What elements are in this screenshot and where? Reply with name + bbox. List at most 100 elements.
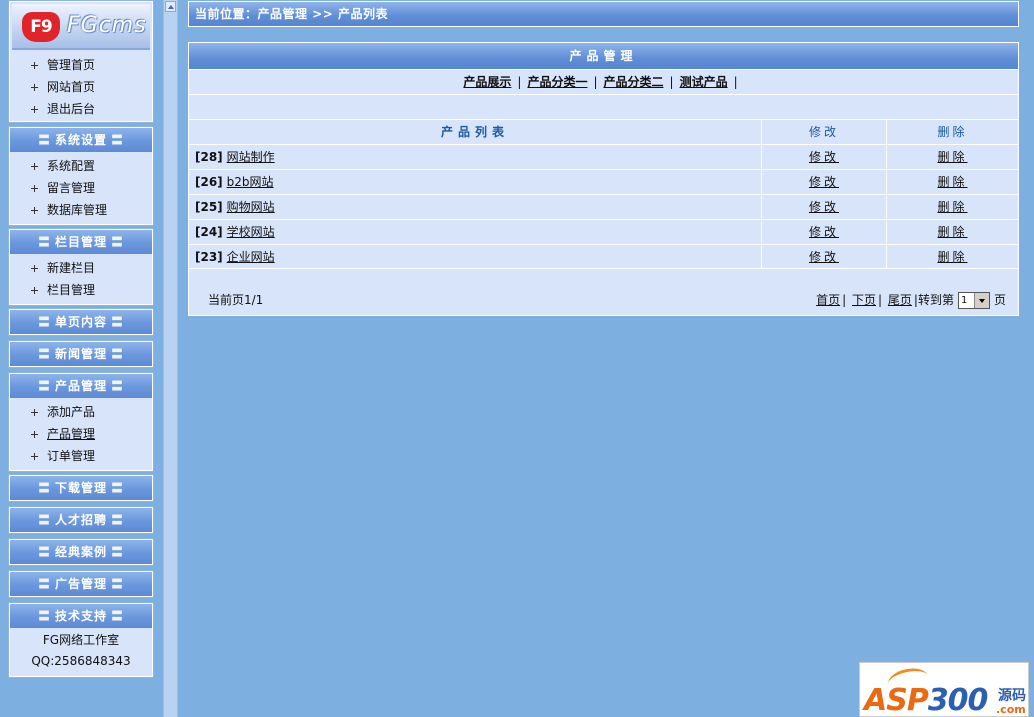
table-row: [25] 购物网站 修改 删除 (189, 194, 1018, 219)
menu-item-label: 管理首页 (47, 58, 96, 72)
bullet-icon (31, 62, 38, 69)
watermark-yuanma: 源码 (998, 688, 1026, 704)
section-header[interactable]: 〓栏目管理〓 (10, 230, 152, 254)
menu-item-label: 退出后台 (47, 102, 96, 116)
section-header[interactable]: 〓产品管理〓 (10, 374, 152, 398)
menu-item-label: 添加产品 (47, 405, 96, 419)
logo-panel: F9 FGcms 管理首页 网站首页 退出后台 (9, 1, 153, 122)
delete-link[interactable]: 删除 (937, 225, 967, 239)
table-row: [26] b2b网站 修改 删除 (189, 169, 1018, 194)
first-page-link[interactable]: 首页 (816, 293, 840, 307)
section-title: 栏目管理 (54, 235, 107, 249)
menu-item-label: 产品管理 (47, 427, 96, 441)
table-row: [28] 网站制作 修改 删除 (189, 144, 1018, 169)
panel-title: 产品管理 (189, 43, 1018, 69)
column-header-delete: 删除 (937, 125, 968, 139)
menu-item-site-home[interactable]: 网站首页 (10, 76, 152, 98)
section-title: 产品管理 (54, 379, 107, 393)
watermark-logo: ASP300 (864, 683, 989, 717)
product-id: [23] (195, 250, 223, 264)
menu-item-guestbook[interactable]: 留言管理 (10, 177, 152, 199)
table-row: [24] 学校网站 修改 删除 (189, 219, 1018, 244)
bullet-icon (31, 106, 38, 113)
menu-item-column-management[interactable]: 栏目管理 (10, 279, 152, 301)
menu-item-database[interactable]: 数据库管理 (10, 199, 152, 221)
section-column-management: 〓栏目管理〓 新建栏目 栏目管理 (9, 229, 153, 305)
section-header[interactable]: 〓新闻管理〓 (10, 342, 152, 366)
section-header[interactable]: 〓系统设置〓 (10, 128, 152, 152)
last-page-link[interactable]: 尾页 (888, 293, 912, 307)
delete-link[interactable]: 删除 (937, 175, 967, 189)
watermark-number: 300 (927, 683, 989, 717)
table-header: 产品列表 修改 删除 (189, 119, 1018, 144)
product-link[interactable]: 网站制作 (227, 150, 275, 164)
spacer-row (189, 94, 1018, 119)
edit-link[interactable]: 修改 (809, 150, 839, 164)
section-news: 〓新闻管理〓 (9, 341, 153, 367)
support-studio: FG网络工作室 (42, 633, 120, 647)
menu-item-admin-home[interactable]: 管理首页 (10, 54, 152, 76)
delete-link[interactable]: 删除 (937, 250, 967, 264)
menu-item-new-column[interactable]: 新建栏目 (10, 257, 152, 279)
section-title: 技术支持 (54, 609, 107, 623)
section-title: 人才招聘 (54, 513, 107, 527)
bullet-icon (31, 265, 38, 272)
section-products: 〓产品管理〓 添加产品 产品管理 订单管理 (9, 373, 153, 471)
menu-item-system-config[interactable]: 系统配置 (10, 155, 152, 177)
column-header-edit: 修改 (762, 120, 887, 144)
tab-product-showcase[interactable]: 产品展示 (463, 75, 511, 89)
scroll-up-icon[interactable] (165, 1, 176, 12)
edit-link[interactable]: 修改 (809, 250, 839, 264)
delete-link[interactable]: 删除 (937, 150, 967, 164)
product-id: [24] (195, 225, 223, 239)
tab-test-product[interactable]: 测试产品 (680, 75, 728, 89)
section-header[interactable]: 〓下载管理〓 (10, 476, 152, 500)
section-header[interactable]: 〓单页内容〓 (10, 310, 152, 334)
menu-item-label: 订单管理 (47, 449, 96, 463)
menu-item-logout[interactable]: 退出后台 (10, 98, 152, 120)
menu-item-add-product[interactable]: 添加产品 (10, 401, 152, 423)
column-header-list: 产品列表 (189, 120, 762, 144)
section-title: 下载管理 (54, 481, 107, 495)
product-link[interactable]: 企业网站 (227, 250, 275, 264)
product-id: [25] (195, 200, 223, 214)
edit-link[interactable]: 修改 (809, 225, 839, 239)
page-select[interactable]: 1 (957, 292, 990, 309)
product-link[interactable]: 学校网站 (227, 225, 275, 239)
edit-link[interactable]: 修改 (809, 175, 839, 189)
product-management-panel: 产品管理 产品展示 | 产品分类一 | 产品分类二 | 测试产品 | 产品列表 修改 删除 [… (188, 42, 1019, 316)
support-qq: QQ:2586848343 (31, 654, 131, 668)
menu-item-label: 网站首页 (47, 80, 96, 94)
logo-word: FGcms (67, 13, 147, 38)
menu-item-label: 栏目管理 (47, 283, 96, 297)
section-title: 经典案例 (54, 545, 107, 559)
logo: F9 FGcms (12, 4, 150, 50)
chevron-down-icon[interactable] (973, 293, 989, 308)
tab-category-two[interactable]: 产品分类二 (604, 75, 664, 89)
menu-item-product-management[interactable]: 产品管理 (10, 423, 152, 445)
section-header[interactable]: 〓广告管理〓 (10, 572, 152, 596)
section-header[interactable]: 〓人才招聘〓 (10, 508, 152, 532)
category-tabs: 产品展示 | 产品分类一 | 产品分类二 | 测试产品 | (189, 69, 1018, 94)
frame-scrollbar[interactable] (163, 0, 178, 717)
breadcrumb: 当前位置：产品管理 >> 产品列表 (188, 1, 1019, 27)
section-ads: 〓广告管理〓 (9, 571, 153, 597)
product-id: [26] (195, 175, 223, 189)
section-title: 新闻管理 (54, 347, 107, 361)
product-link[interactable]: 购物网站 (227, 200, 275, 214)
bullet-icon (31, 185, 38, 192)
product-link[interactable]: b2b网站 (227, 175, 274, 189)
bullet-icon (31, 453, 38, 460)
section-title: 广告管理 (54, 577, 107, 591)
menu-item-orders[interactable]: 订单管理 (10, 445, 152, 467)
tab-category-one[interactable]: 产品分类一 (527, 75, 587, 89)
bullet-icon (31, 409, 38, 416)
next-page-link[interactable]: 下页 (852, 293, 876, 307)
sidebar: F9 FGcms 管理首页 网站首页 退出后台 〓系统设置〓 系统配置 留言管理… (0, 0, 160, 717)
menu-item-label: 系统配置 (47, 159, 96, 173)
delete-link[interactable]: 删除 (937, 200, 967, 214)
bullet-icon (31, 207, 38, 214)
section-header[interactable]: 〓经典案例〓 (10, 540, 152, 564)
edit-link[interactable]: 修改 (809, 200, 839, 214)
menu-item-label: 新建栏目 (47, 261, 96, 275)
